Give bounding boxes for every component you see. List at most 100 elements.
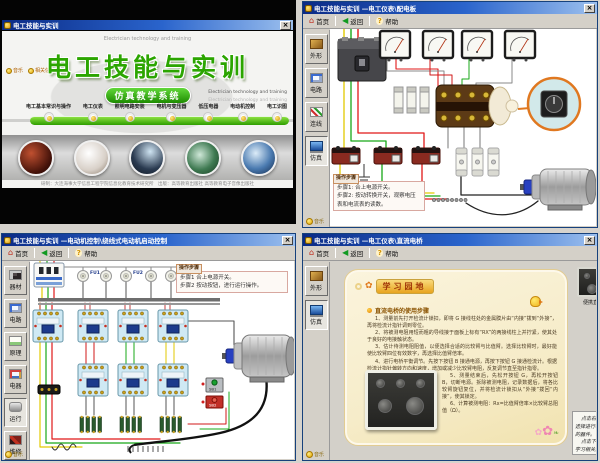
card-header: ✿ 学习园地 (355, 279, 434, 294)
menu-knob-icon[interactable] (125, 112, 135, 122)
learning-page: ✿ 学习园地 直流电桥的使用步骤 1、测量前先打开检流计锁扣，即将 G 接线柱处… (330, 261, 596, 459)
credit-line: 研制：大连海事大学信息工程学院信息化教育技术研究所 出版：高等教育出版社 高等教… (2, 181, 293, 187)
back-icon: ◀ (342, 17, 348, 25)
fuse-label: FU1 (90, 270, 100, 276)
menu-item-motor-transformer[interactable]: 电机与变压器 (156, 103, 186, 122)
close-icon[interactable]: × (584, 4, 595, 13)
titlebar[interactable]: 电工技能与实训 —电动机控制\绕线式电动机启动控制 × (2, 234, 295, 246)
toolbar-separator (369, 248, 370, 258)
splash-content: Electrician technology and training 音乐 相… (2, 31, 293, 188)
menu-knob-icon[interactable] (238, 112, 248, 122)
photo-motor (185, 140, 221, 176)
sidebar-button-circuit[interactable]: 电路 (305, 68, 328, 98)
window-meter-board: 电工技能与实训 —电工仪表\配电板 × ⌂首页 ◀返回 ?帮助 外形 电路 连线… (302, 1, 598, 228)
window-splash: 电工技能与实训 × Electrician technology and tra… (0, 0, 296, 224)
music-button[interactable]: 音乐 (306, 451, 324, 458)
menu-knob-icon[interactable] (166, 112, 176, 122)
current-transformers[interactable] (332, 146, 440, 164)
contactor-row-1[interactable] (33, 310, 188, 342)
window-motor-control: 电工技能与实训 —电动机控制\绕线式电动机启动控制 × ⌂首页 ◀返回 ?帮助 … (1, 233, 296, 461)
music-icon (306, 218, 313, 225)
motor[interactable] (222, 335, 294, 382)
flower-decoration: ✿✿❧ (535, 420, 559, 439)
step-paragraph: 6、计算被测电阻：Rx=比值臂倍率×比较臂总阻值（Ω）。 (442, 401, 558, 415)
menu-item-motor-control[interactable]: 电动机控制 (230, 103, 255, 122)
toolbar: ⌂首页 ◀返回 ?帮助 (303, 246, 597, 261)
titlebar[interactable]: 电工技能与实训 —电工仪表\配电板 × (303, 2, 597, 14)
app-icon (305, 5, 312, 12)
sidebar-button-principle[interactable]: 原理 (4, 332, 27, 361)
menu-knob-icon[interactable] (44, 112, 54, 122)
step-paragraph: 3、估计待测电阻阻值，以便选择合适的比较臂与比值臂。选择比较臂时，最好能使比较臂… (367, 344, 557, 358)
device-thumbnail[interactable]: 便携直流电桥 (575, 267, 596, 306)
sidebar-button-simulation[interactable]: 仿真 (305, 136, 328, 166)
help-line: 点击下方按钮可学习相关知识。 (575, 439, 596, 455)
home-icon: ⌂ (309, 17, 314, 25)
sidebar-button-run[interactable]: 运行 (4, 398, 27, 427)
home-button[interactable]: ⌂首页 (306, 247, 332, 259)
window-title: 电工技能与实训 —电动机控制\绕线式电动机启动控制 (13, 235, 280, 245)
close-icon[interactable]: × (282, 236, 293, 245)
help-button[interactable]: ?帮助 (72, 247, 100, 259)
help-button[interactable]: ?帮助 (373, 15, 401, 27)
menu-item-lighting[interactable]: 照明电路安装 (115, 103, 145, 122)
motor[interactable] (520, 169, 596, 210)
menu-item-lowvoltage[interactable]: 低压电器 (198, 103, 218, 122)
music-button[interactable]: 音乐 (306, 218, 324, 225)
menu-knob-icon[interactable] (203, 112, 213, 122)
photo-meter (74, 140, 110, 176)
motor-cable (134, 377, 267, 445)
tools-icon (9, 435, 22, 445)
fuse-holders[interactable] (456, 148, 499, 176)
menu-knob-icon[interactable] (88, 112, 98, 122)
titlebar[interactable]: 电工技能与实训 × (2, 20, 293, 30)
contactor-row-2[interactable] (78, 364, 188, 396)
window-title: 电工技能与实训 —电工仪表\直流电桥 (314, 235, 582, 245)
sidebar-button-appearance[interactable]: 外形 (305, 266, 328, 296)
help-icon: ? (376, 249, 383, 257)
home-button[interactable]: ⌂首页 (5, 247, 31, 259)
help-box: 帮 助 点击右侧图片可选择进行相应类型的器件。 点击下方按钮可学习相关知识。 (572, 411, 596, 455)
close-icon[interactable]: × (280, 21, 291, 30)
circuit-icon (9, 303, 22, 313)
box-icon (310, 271, 323, 281)
close-icon[interactable]: × (584, 236, 595, 245)
operation-steps-box: 操作步骤 步骤1 合上电源开关。 步骤2 按动按钮，进行运行操作。 (176, 271, 288, 293)
menu-item-drawings[interactable]: 电工识图 (267, 103, 287, 122)
window-title: 电工技能与实训 —电工仪表\配电板 (314, 3, 582, 13)
back-button[interactable]: ◀返回 (339, 15, 366, 27)
back-button[interactable]: ◀返回 (38, 247, 65, 259)
sidebar-button-appearance[interactable]: 外形 (305, 34, 328, 64)
circuit-breaker[interactable] (338, 37, 386, 81)
back-button[interactable]: ◀返回 (339, 247, 366, 259)
help-button[interactable]: ?帮助 (373, 247, 401, 259)
menu-knob-icon[interactable] (272, 112, 282, 122)
pushbutton-station[interactable]: SB1 SB2 (202, 378, 224, 408)
sidebar-button-devices[interactable]: 电器 (4, 365, 27, 394)
window-title: 电工技能与实训 (13, 20, 278, 30)
help-line: 点击右侧图片可选择进行相应类型的器件。 (575, 416, 596, 439)
bridge-thumbnail-image[interactable] (577, 267, 596, 297)
sidebar-button-wiring[interactable]: 连线 (305, 102, 328, 132)
document-icon (9, 336, 22, 346)
step-line: 步骤2 按动按钮，进行运行操作。 (180, 282, 284, 290)
home-button[interactable]: ⌂首页 (306, 15, 332, 27)
home-icon: ⌂ (309, 249, 314, 257)
music-button[interactable]: 音乐 (5, 451, 23, 458)
toolbar: ⌂首页 ◀返回 ?帮助 (303, 14, 597, 29)
back-icon: ◀ (41, 249, 47, 257)
fuse-cartridges[interactable] (394, 87, 429, 113)
terminal-block (38, 385, 60, 394)
photo-component (129, 140, 165, 176)
sidebar-button-simulation[interactable]: 仿真 (305, 300, 328, 330)
menu-item-basics[interactable]: 电工基本常识与操作 (26, 103, 71, 122)
toolbar-separator (335, 16, 336, 26)
sidebar-button-equipment[interactable]: 器材 (4, 266, 27, 295)
panel-meters[interactable] (380, 31, 535, 62)
circuit-breaker[interactable] (34, 263, 64, 287)
changeover-switch[interactable] (436, 85, 518, 127)
menu-item-instruments[interactable]: 电工仪表 (83, 103, 103, 122)
titlebar[interactable]: 电工技能与实训 —电工仪表\直流电桥 × (303, 234, 597, 246)
dots-grid-icon (9, 369, 22, 379)
sidebar-button-circuit[interactable]: 电路 (4, 299, 27, 328)
